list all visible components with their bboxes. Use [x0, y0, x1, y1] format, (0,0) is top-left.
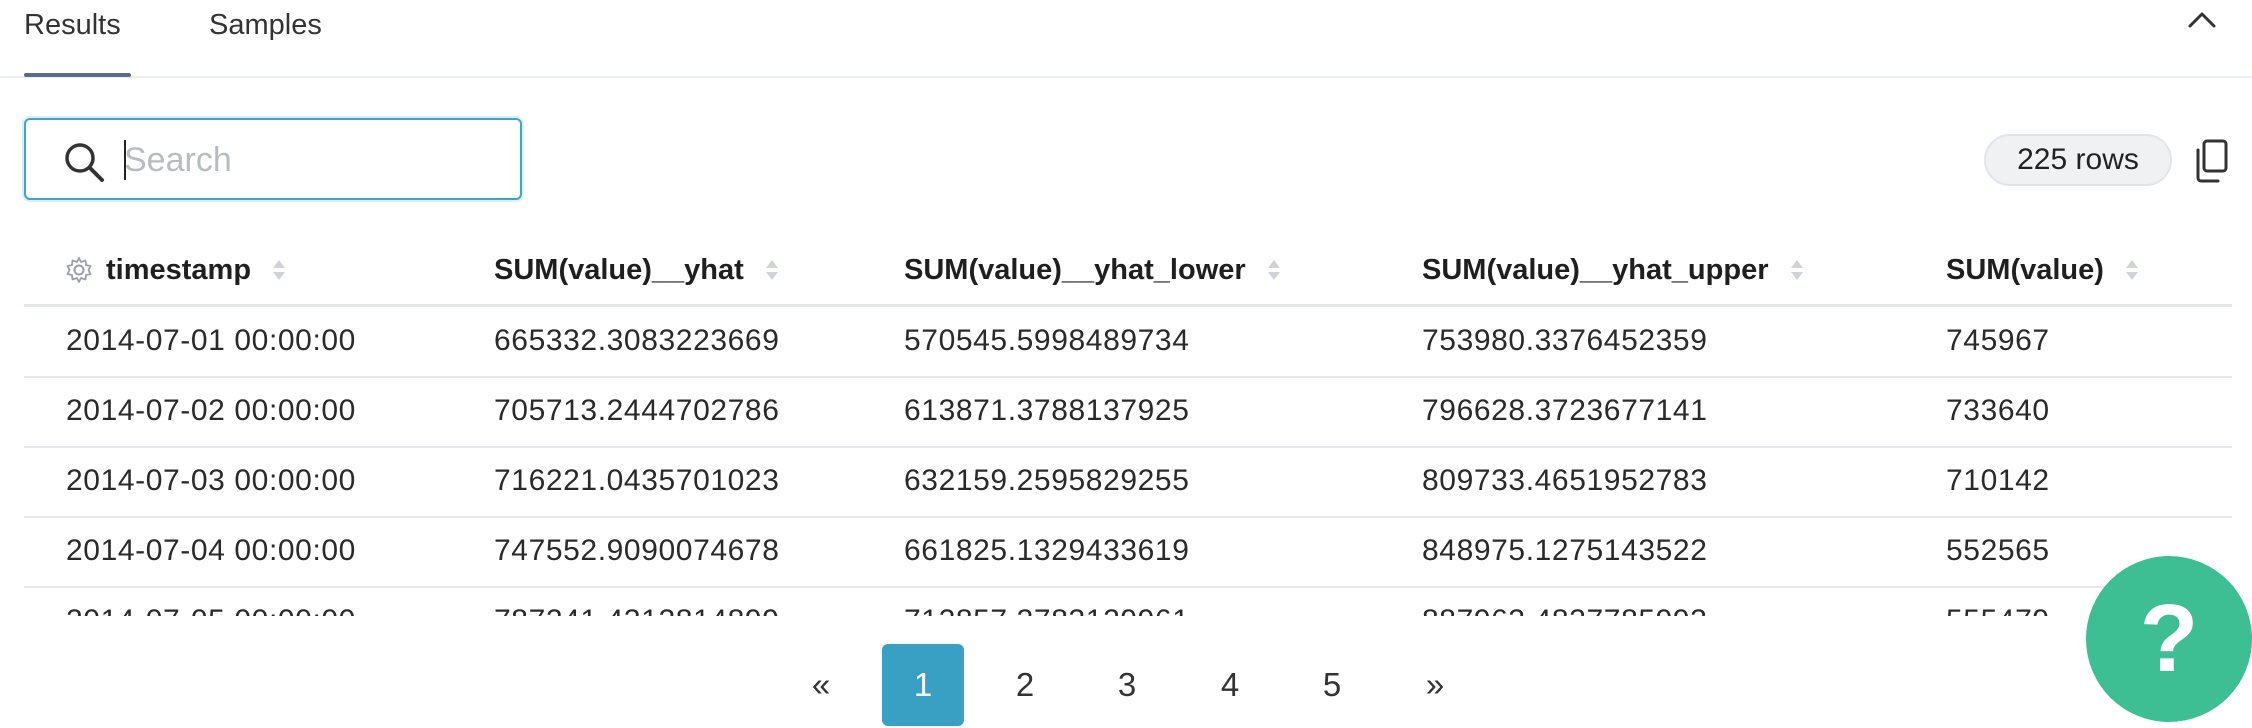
column-header-yhat[interactable]: SUM(value)__yhat [494, 236, 778, 304]
table-cell: 665332.3083223669 [494, 324, 780, 357]
chevron-up-icon [2188, 12, 2216, 28]
table-row: 2014-07-03 00:00:00 716221.0435701023 63… [24, 446, 2232, 518]
table-cell: 787241.4312814899 [494, 586, 780, 616]
table-cell: 2014-07-01 00:00:00 [66, 324, 356, 357]
tab-samples[interactable]: Samples [209, 0, 329, 76]
table-cell: 613871.3788137925 [904, 394, 1190, 427]
sort-icon[interactable] [273, 258, 286, 282]
next-page-button[interactable]: » [1394, 644, 1476, 726]
sort-icon[interactable] [1790, 258, 1803, 282]
tab-results[interactable]: Results [24, 0, 132, 76]
table-cell: 753980.3376452359 [1422, 324, 1708, 357]
search-icon [65, 143, 104, 182]
table-cell: 2014-07-03 00:00:00 [66, 464, 356, 497]
column-header-timestamp[interactable]: timestamp [64, 236, 286, 304]
search-input[interactable] [124, 134, 504, 186]
table-cell: 716221.0435701023 [494, 464, 780, 497]
table-cell: 809733.4651952783 [1422, 464, 1708, 497]
page-5-button[interactable]: 5 [1291, 644, 1373, 726]
page-3-button[interactable]: 3 [1086, 644, 1168, 726]
table-cell: 2014-07-02 00:00:00 [66, 394, 356, 427]
table-row: 2014-07-02 00:00:00 705713.2444702786 61… [24, 376, 2232, 448]
copy-icon [2196, 139, 2228, 183]
search-box[interactable] [24, 118, 522, 200]
table-cell: 632159.2595829255 [904, 464, 1190, 497]
table-cell: 747552.9090074678 [494, 534, 780, 567]
table-cell: 570545.5998489734 [904, 324, 1190, 357]
column-label: SUM(value)__yhat_upper [1422, 253, 1769, 286]
table-cell: 552565 [1946, 534, 2050, 567]
sort-icon[interactable] [1267, 258, 1280, 282]
page-4-button[interactable]: 4 [1189, 644, 1271, 726]
column-label: timestamp [106, 253, 252, 286]
row-count-badge: 225 rows [1984, 134, 2172, 186]
table-cell: 555479 [1946, 586, 2050, 616]
column-header-yhat-upper[interactable]: SUM(value)__yhat_upper [1422, 236, 1803, 304]
table-header: timestamp SUM(value)__yhat SUM(value)__y… [24, 236, 2232, 307]
page-2-button[interactable]: 2 [984, 644, 1066, 726]
column-header-yhat-lower[interactable]: SUM(value)__yhat_lower [904, 236, 1280, 304]
table-cell: 710142 [1946, 464, 2050, 497]
table-cell: 2014-07-04 00:00:00 [66, 534, 356, 567]
column-header-sum-value[interactable]: SUM(value) [1946, 236, 2138, 304]
table-row: 2014-07-04 00:00:00 747552.9090074678 66… [24, 516, 2232, 588]
table-body: 2014-07-01 00:00:00 665332.3083223669 57… [24, 306, 2232, 616]
table-cell: 796628.3723677141 [1422, 394, 1708, 427]
table-cell: 705713.2444702786 [494, 394, 780, 427]
table-cell: 848975.1275143522 [1422, 534, 1708, 567]
table-cell: 733640 [1946, 394, 2050, 427]
table-cell: 661825.1329433619 [904, 534, 1190, 567]
table-row: 2014-07-01 00:00:00 665332.3083223669 57… [24, 306, 2232, 378]
copy-button[interactable] [2192, 138, 2232, 184]
active-tab-indicator [24, 73, 131, 77]
gear-icon[interactable] [64, 255, 94, 285]
pagination: « 1 2 3 4 5 » [0, 644, 2252, 728]
table-cell: 887963.4837785993 [1422, 586, 1708, 616]
text-cursor [124, 140, 126, 180]
help-button[interactable]: ? [2086, 556, 2252, 722]
column-label: SUM(value)__yhat_lower [904, 253, 1246, 286]
prev-page-button[interactable]: « [780, 644, 862, 726]
table-row: 2014-07-05 00:00:00 787241.4312814899 71… [24, 586, 2232, 616]
column-label: SUM(value) [1946, 253, 2104, 286]
sort-icon[interactable] [2125, 258, 2138, 282]
table-cell: 2014-07-05 00:00:00 [66, 586, 356, 616]
results-tabs: Results Samples [0, 0, 2252, 78]
page-1-button[interactable]: 1 [882, 644, 964, 726]
sort-icon[interactable] [765, 258, 778, 282]
collapse-button[interactable] [2180, 0, 2224, 40]
table-cell: 745967 [1946, 324, 2050, 357]
column-label: SUM(value)__yhat [494, 253, 744, 286]
table-cell: 712857.3783129961 [904, 586, 1190, 616]
